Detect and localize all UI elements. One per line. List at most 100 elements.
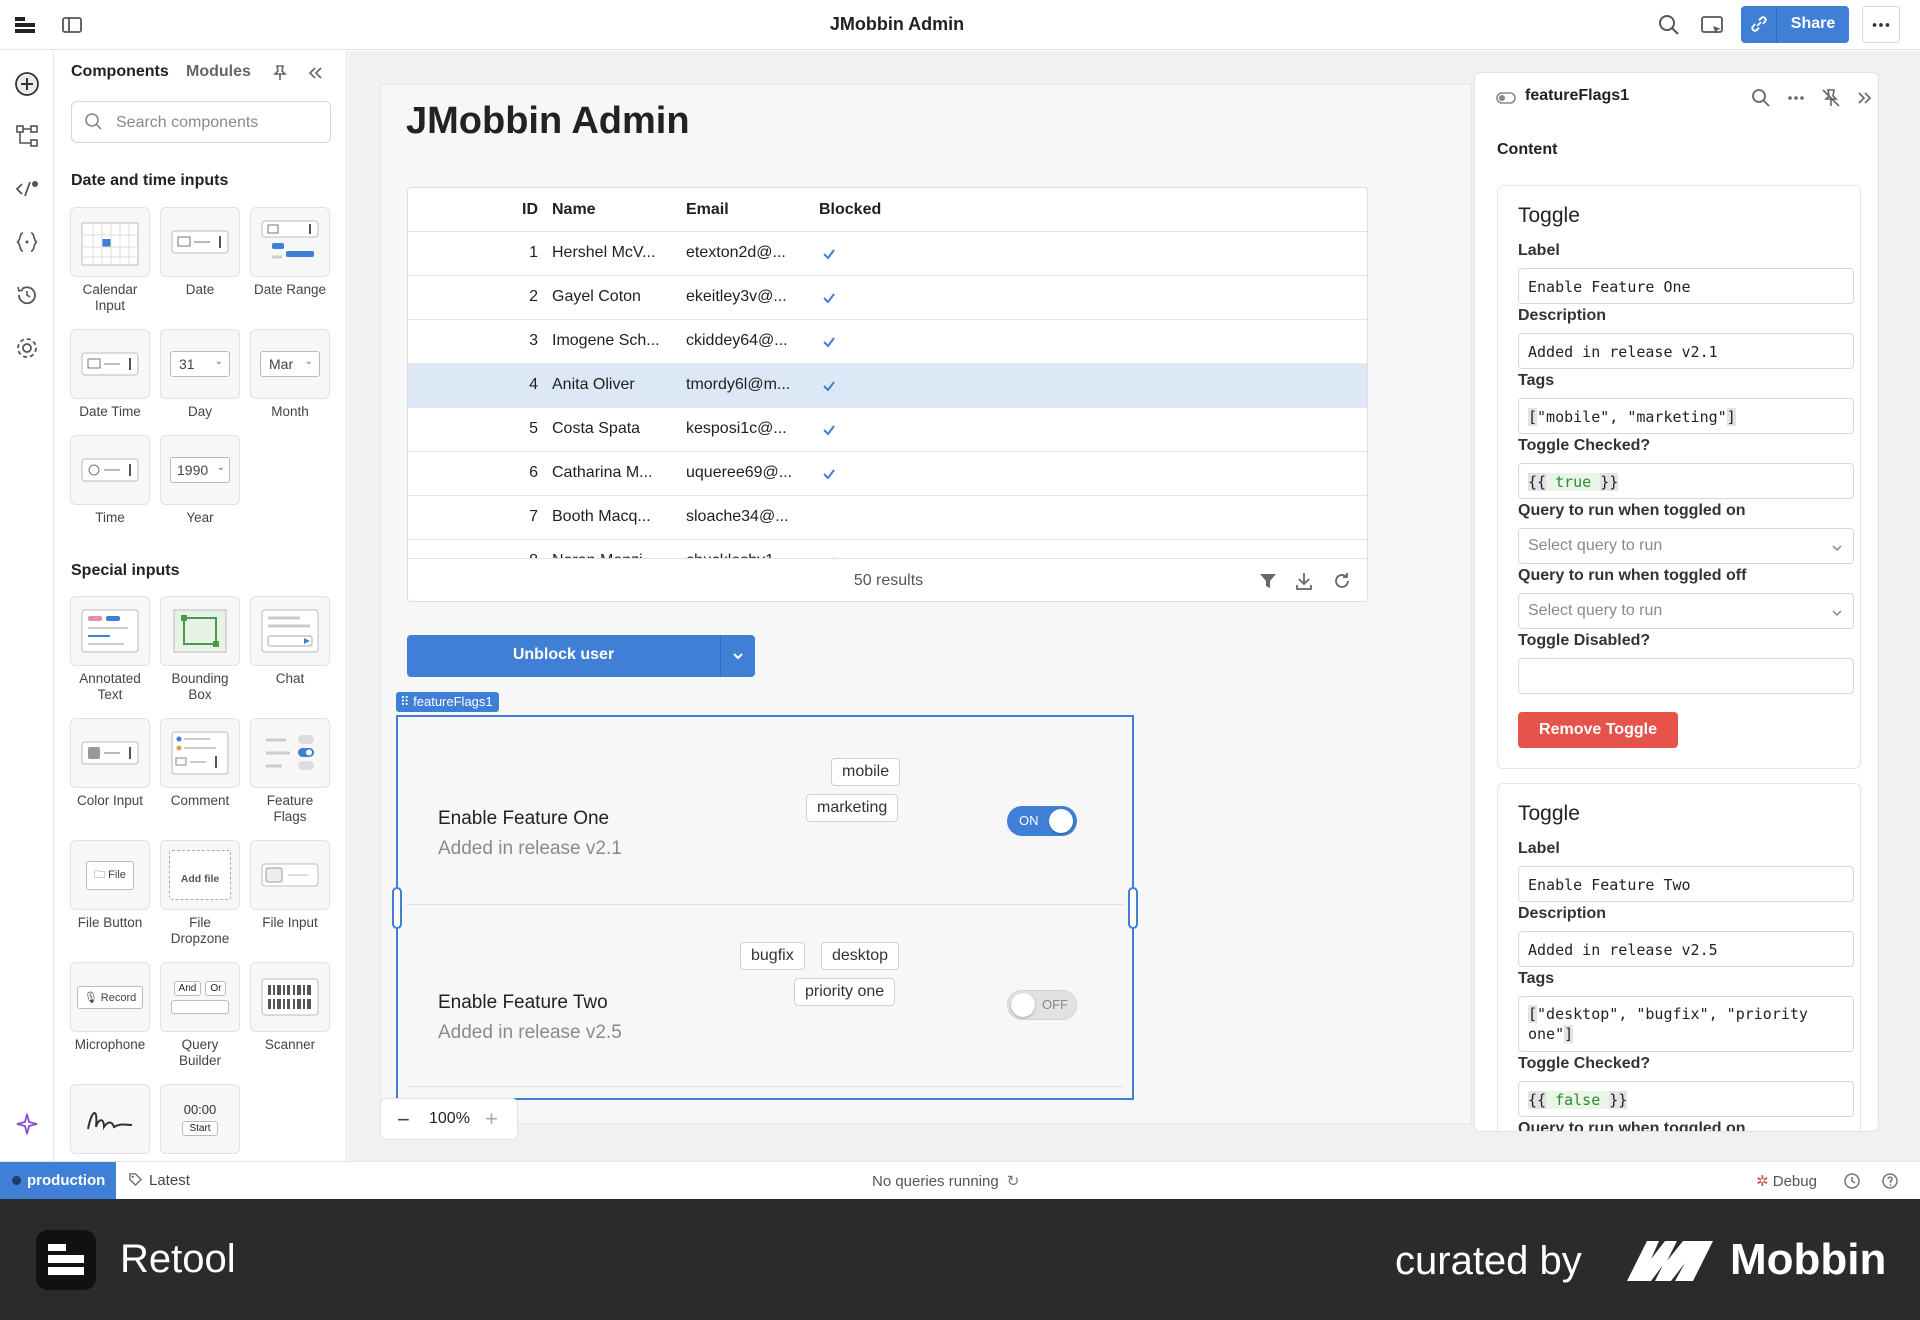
- component-day[interactable]: 31 ⌄ Day: [159, 329, 241, 420]
- component-search[interactable]: Search components: [71, 101, 331, 143]
- section-date-time: Date and time inputs: [71, 172, 229, 189]
- more-menu-button[interactable]: [1862, 6, 1900, 43]
- toggle-checked-field[interactable]: {{ false }}: [1518, 1081, 1854, 1117]
- toggle-checked-field[interactable]: {{ true }}: [1518, 463, 1854, 499]
- preview-icon[interactable]: [1699, 12, 1725, 38]
- search-icon[interactable]: [1750, 87, 1772, 109]
- component-bounding-box[interactable]: Bounding Box: [159, 596, 241, 703]
- component-color-input[interactable]: Color Input: [69, 718, 151, 809]
- column-id[interactable]: ID: [508, 201, 538, 219]
- component-chat[interactable]: Chat: [249, 596, 331, 687]
- selected-component-tag[interactable]: ⠿ featureFlags1: [396, 692, 499, 712]
- component-file-dropzone[interactable]: Add file File Dropzone: [159, 840, 241, 947]
- add-component-icon[interactable]: [14, 71, 40, 97]
- toggle-label-field[interactable]: Enable Feature One: [1518, 268, 1854, 304]
- component-microphone[interactable]: 🎙 Record Microphone: [69, 962, 151, 1053]
- users-table[interactable]: ID Name Email Blocked 1 Hershel McV... ete…: [407, 187, 1368, 602]
- tag-chip: mobile: [831, 758, 901, 786]
- left-rail: [0, 51, 54, 1161]
- unpin-icon[interactable]: [1820, 87, 1842, 109]
- table-row[interactable]: 6 Catharina M... uqueree69@...: [408, 452, 1367, 496]
- toggle-disabled-field[interactable]: [1518, 658, 1854, 694]
- zoom-out-button[interactable]: −: [397, 1107, 410, 1133]
- table-row[interactable]: 2 Gayel Coton ekeitley3v@...: [408, 276, 1367, 320]
- microphone-icon: 🎙: [83, 991, 101, 1004]
- refresh-icon[interactable]: [1332, 571, 1352, 591]
- component-month[interactable]: Mar ⌄ Month: [249, 329, 331, 420]
- table-row[interactable]: 3 Imogene Sch... ckiddey64@...: [408, 320, 1367, 364]
- component-year[interactable]: 1990 ⌄ Year: [159, 435, 241, 526]
- tree-icon[interactable]: [14, 123, 40, 149]
- assist-sparkle-icon[interactable]: [14, 1111, 40, 1137]
- component-file-input[interactable]: File Input: [249, 840, 331, 931]
- share-button[interactable]: Share: [1777, 6, 1849, 43]
- zoom-in-button[interactable]: +: [485, 1106, 498, 1132]
- component-feature-flags[interactable]: Feature Flags: [249, 718, 331, 825]
- collapse-inspector-icon[interactable]: [1853, 87, 1875, 109]
- debug-button[interactable]: ✲ Debug: [1756, 1172, 1817, 1190]
- toggle-tags-field[interactable]: ["desktop", "bugfix", "priority one"]: [1518, 996, 1854, 1052]
- toggle-description-field[interactable]: Added in release v2.5: [1518, 931, 1854, 967]
- component-time[interactable]: Time: [69, 435, 151, 526]
- component-query-builder[interactable]: And Or Query Builder: [159, 962, 241, 1069]
- component-comment[interactable]: Comment: [159, 718, 241, 809]
- code-icon[interactable]: [14, 176, 40, 202]
- resize-handle-left[interactable]: [392, 887, 402, 929]
- table-row[interactable]: 4 Anita Oliver tmordy6l@m...: [408, 364, 1367, 408]
- settings-gear-icon[interactable]: [14, 335, 40, 361]
- column-blocked[interactable]: Blocked: [819, 201, 881, 219]
- component-calendar-input[interactable]: Calendar Input: [69, 207, 151, 314]
- download-icon[interactable]: [1294, 571, 1314, 591]
- toggle-label-field[interactable]: Enable Feature Two: [1518, 866, 1854, 902]
- component-signature[interactable]: [69, 1084, 151, 1154]
- flag-one-toggle[interactable]: ON: [1007, 806, 1077, 836]
- feature-flags-component[interactable]: Enable Feature One Added in release v2.1…: [392, 715, 1138, 1100]
- cell-name: Costa Spata: [552, 420, 641, 437]
- flag-two-toggle[interactable]: OFF: [1007, 990, 1077, 1020]
- query-on-select[interactable]: Select query to run: [1518, 528, 1854, 564]
- state-icon[interactable]: [14, 229, 40, 255]
- resize-handle-right[interactable]: [1128, 887, 1138, 929]
- component-scanner[interactable]: Scanner: [249, 962, 331, 1053]
- component-date[interactable]: Date: [159, 207, 241, 298]
- refresh-icon[interactable]: ↻: [1007, 1173, 1020, 1190]
- history-icon[interactable]: [1843, 1172, 1861, 1190]
- history-icon[interactable]: [14, 282, 40, 308]
- tab-components[interactable]: Components: [71, 63, 169, 81]
- check-icon: [823, 469, 835, 480]
- cell-name: Booth Macq...: [552, 508, 651, 525]
- table-row[interactable]: 1 Hershel McV... etexton2d@...: [408, 232, 1367, 276]
- component-date-range[interactable]: Date Range: [249, 207, 331, 298]
- version-tag[interactable]: Latest: [128, 1172, 190, 1189]
- toggle-description-field[interactable]: Added in release v2.1: [1518, 333, 1854, 369]
- unblock-dropdown-toggle[interactable]: [720, 635, 755, 677]
- table-row[interactable]: 7 Booth Macq... sloache34@...: [408, 496, 1367, 540]
- component-date-time[interactable]: Date Time: [69, 329, 151, 420]
- copy-link-button[interactable]: [1741, 6, 1777, 43]
- toggle-tags-field[interactable]: ["mobile", "marketing"]: [1518, 398, 1854, 434]
- unblock-user-button[interactable]: Unblock user: [407, 635, 755, 677]
- environment-badge[interactable]: production: [0, 1162, 116, 1200]
- component-timer[interactable]: 00:00 Start: [159, 1084, 241, 1154]
- search-icon[interactable]: [1656, 12, 1682, 38]
- column-name[interactable]: Name: [552, 201, 596, 219]
- tab-modules[interactable]: Modules: [186, 63, 251, 81]
- query-off-select[interactable]: Select query to run: [1518, 593, 1854, 629]
- table-row[interactable]: 5 Costa Spata kesposi1c@...: [408, 408, 1367, 452]
- filter-icon[interactable]: [1258, 571, 1278, 591]
- cell-email: ckiddey64@...: [686, 332, 788, 349]
- component-annotated-text[interactable]: Annotated Text: [69, 596, 151, 703]
- search-icon: [85, 113, 102, 130]
- barcode-icon: [261, 978, 319, 1016]
- flag-two-description: Added in release v2.5: [438, 1022, 622, 1043]
- pin-icon[interactable]: [270, 63, 290, 83]
- help-icon[interactable]: [1881, 1172, 1899, 1190]
- remove-toggle-button[interactable]: Remove Toggle: [1518, 712, 1678, 748]
- column-email[interactable]: Email: [686, 201, 729, 219]
- inspector-component-name[interactable]: featureFlags1: [1525, 87, 1629, 105]
- table-header: ID Name Email Blocked: [408, 188, 1367, 232]
- component-file-button[interactable]: 🗀 File File Button: [69, 840, 151, 931]
- toggle-config-card: Toggle Label Enable Feature One Descript…: [1497, 185, 1861, 769]
- collapse-panel-icon[interactable]: [305, 63, 325, 83]
- more-icon[interactable]: [1785, 87, 1807, 109]
